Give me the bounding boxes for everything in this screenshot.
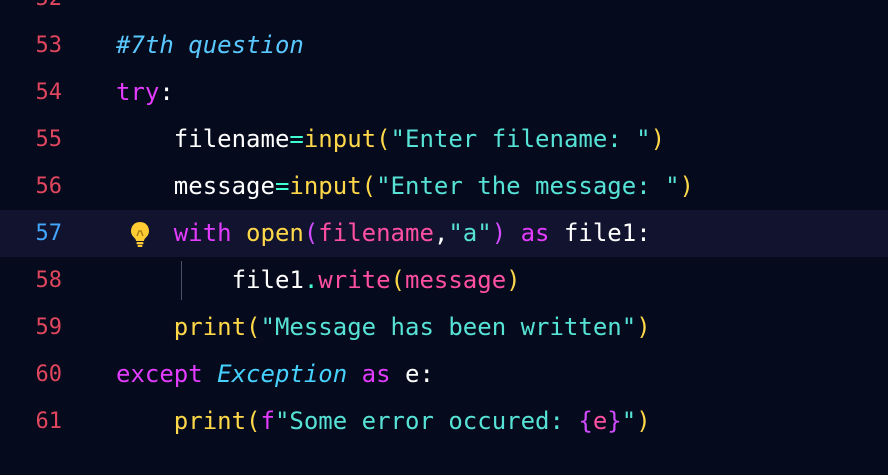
code-token: :	[419, 360, 434, 388]
lightbulb-icon[interactable]	[124, 218, 156, 250]
code-token: "Some error occured:	[274, 407, 579, 435]
code-token: as	[347, 360, 405, 388]
code-text[interactable]: try:	[116, 69, 174, 116]
code-token: filename	[318, 219, 434, 247]
code-token: (	[361, 172, 377, 200]
code-token: write	[318, 266, 391, 294]
code-text[interactable]: print("Message has been written")	[116, 304, 651, 351]
code-line[interactable]: 58 file1.write(message)	[0, 257, 888, 304]
code-token: "	[621, 407, 637, 435]
code-token: (	[376, 125, 391, 153]
code-line[interactable]: 60 except Exception as e:	[0, 351, 888, 398]
code-line[interactable]: 61 print(f"Some error occured: {e}")	[0, 398, 888, 445]
line-number: 61	[35, 409, 63, 434]
code-line[interactable]: 55 filename=input("Enter filename: ")	[0, 116, 888, 163]
code-token: f	[260, 407, 275, 435]
line-number: 52	[0, 0, 63, 22]
code-token: as	[506, 219, 564, 247]
line-number: 53	[35, 33, 63, 58]
line-number: 55	[35, 127, 63, 152]
code-token: (	[303, 219, 319, 247]
code-line[interactable]: 57 with open(filename,"a") as file1:	[0, 210, 888, 257]
code-token: input	[303, 125, 377, 153]
code-token: except	[116, 360, 218, 388]
code-text[interactable]: filename=input("Enter filename: ")	[116, 116, 665, 163]
code-token: )	[679, 172, 694, 200]
code-line[interactable]: 56 message=input("Enter the message: ")	[0, 163, 888, 210]
code-token: print	[116, 407, 247, 435]
code-token: )	[636, 313, 651, 341]
code-token: filename	[116, 125, 290, 153]
line-number: 59	[35, 315, 63, 340]
code-token: message	[405, 266, 507, 294]
code-text[interactable]: file1.write(message)	[116, 257, 521, 304]
code-editor[interactable]: 5253#7th question54try:55 filename=input…	[0, 0, 888, 475]
code-token: input	[289, 172, 362, 200]
code-token: e	[405, 360, 420, 388]
code-line[interactable]: 54 try:	[0, 69, 888, 116]
line-number: 56	[35, 174, 63, 199]
code-token: ,	[433, 219, 449, 247]
code-token: Exception	[217, 360, 348, 388]
code-line[interactable]: 52	[0, 0, 888, 22]
code-token: "Enter the message: "	[376, 172, 680, 200]
code-token: open	[246, 219, 304, 247]
code-token: }	[607, 407, 622, 435]
code-text[interactable]: #7th question	[116, 22, 304, 69]
code-token: (	[246, 407, 261, 435]
line-number: 54	[35, 80, 63, 105]
code-text[interactable]: print(f"Some error occured: {e}")	[116, 398, 651, 445]
code-token: :	[636, 219, 651, 247]
line-number: 57	[35, 221, 63, 246]
code-token: "Message has been written"	[260, 313, 637, 341]
code-token: =	[289, 125, 304, 153]
code-token: try	[116, 78, 160, 106]
code-text[interactable]: except Exception as e:	[116, 351, 434, 398]
code-token: =	[274, 172, 290, 200]
code-token: (	[390, 266, 405, 294]
code-token: )	[636, 407, 651, 435]
code-token: file1	[116, 266, 304, 294]
indent-guide	[181, 261, 182, 300]
line-number: 60	[35, 362, 63, 387]
code-token: print	[116, 313, 247, 341]
code-token: e	[592, 407, 608, 435]
code-line[interactable]: 59 print("Message has been written")	[0, 304, 888, 351]
code-token: file1	[563, 219, 637, 247]
code-token: "Enter filename: "	[390, 125, 651, 153]
code-token: )	[491, 219, 507, 247]
line-number: 58	[35, 268, 63, 293]
code-token: )	[650, 125, 666, 153]
code-token: message	[116, 172, 275, 200]
code-token: #7th question	[116, 31, 304, 59]
code-token: )	[506, 266, 521, 294]
code-token: :	[159, 78, 174, 106]
code-text[interactable]: with open(filename,"a") as file1:	[116, 210, 651, 257]
code-line[interactable]: 53 #7th question	[0, 22, 888, 69]
code-token: (	[246, 313, 261, 341]
code-token: .	[303, 266, 319, 294]
code-text[interactable]: message=input("Enter the message: ")	[116, 163, 694, 210]
code-token: "a"	[448, 219, 492, 247]
code-token: {	[578, 407, 593, 435]
